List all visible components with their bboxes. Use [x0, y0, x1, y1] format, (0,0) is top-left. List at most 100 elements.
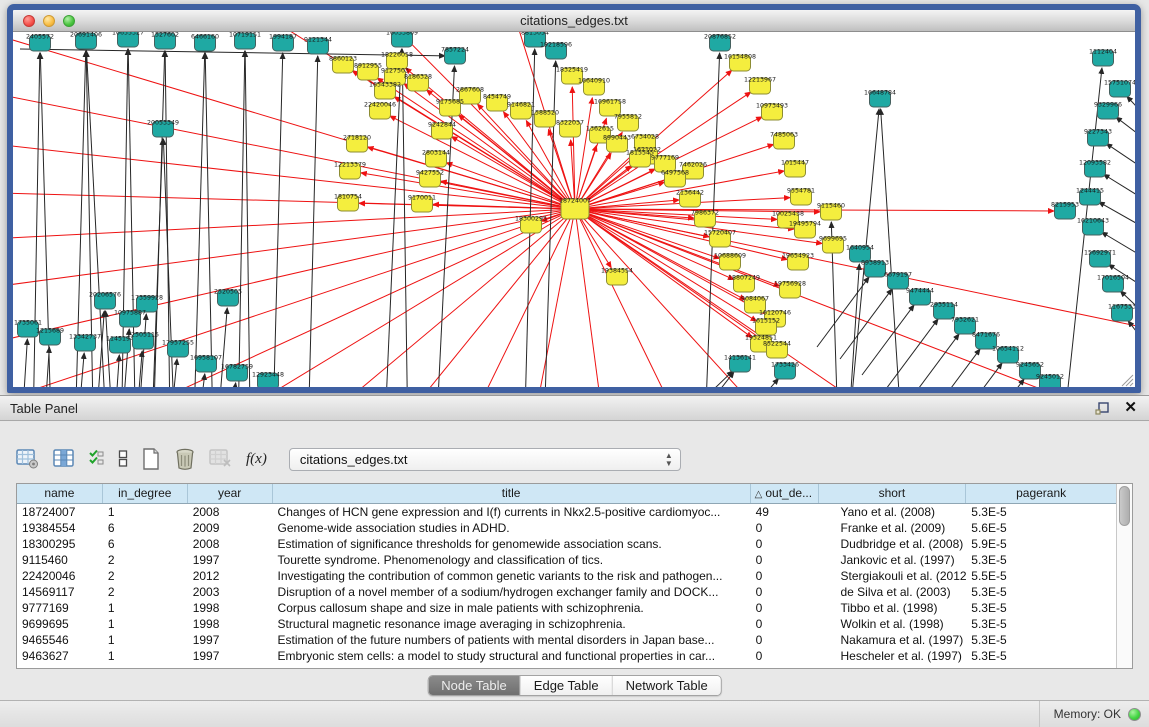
network-canvas[interactable]: 1872400788601238912955182260589127503818… — [13, 32, 1135, 387]
graph-edge — [575, 98, 592, 209]
table-row[interactable]: 911546021997Tourette syndrome. Phenomeno… — [17, 552, 1116, 568]
graph-node-label: 16033809 — [386, 32, 418, 37]
table-cell: Estimation of significance thresholds fo… — [273, 536, 751, 552]
graph-node-label: 9329966 — [1094, 102, 1122, 109]
graph-node-label: 20053349 — [147, 120, 179, 127]
table-cell: 1997 — [188, 632, 273, 648]
table-cell: 0 — [751, 520, 819, 536]
column-header-in-degree[interactable]: in_degree — [103, 484, 188, 503]
graph-node-label: 9427552 — [416, 170, 444, 177]
table-cell: 0 — [751, 536, 819, 552]
table-row[interactable]: 969969511998Structural magnetic resonanc… — [17, 616, 1116, 632]
table-row[interactable]: 2242004622012Investigating the contribut… — [17, 568, 1116, 584]
graph-edge — [459, 115, 575, 209]
table-settings-button[interactable] — [16, 448, 40, 470]
graph-node-label: 9227343 — [1084, 129, 1112, 136]
table-cell: 2012 — [188, 568, 273, 584]
tab-node-table[interactable]: Node Table — [428, 676, 520, 695]
table-row[interactable]: 1938455462009Genome-wide association stu… — [17, 520, 1116, 536]
network-canvas-svg: 1872400788601238912955182260589127503818… — [13, 32, 1135, 387]
close-panel-icon[interactable]: ✕ — [1124, 400, 1137, 416]
table-row[interactable]: 946554611997Estimation of the future num… — [17, 632, 1116, 648]
table-row[interactable]: 1456911722003Disruption of a novel membe… — [17, 584, 1116, 600]
graph-node-label: 10025438 — [772, 211, 804, 218]
table-row[interactable]: 946362711997Embryonic stem cells: a mode… — [17, 648, 1116, 664]
graph-node-label: 17016504 — [1097, 275, 1129, 282]
network-window-titlebar[interactable]: citations_edges.txt — [13, 10, 1135, 32]
graph-node-label: 7986372 — [691, 210, 719, 217]
table-toolbar: f(x) citations_edges.txt ▲▼ — [16, 444, 681, 474]
new-document-button[interactable] — [141, 447, 161, 471]
graph-node-label: 22420046 — [364, 102, 396, 109]
column-header-short[interactable]: short — [819, 484, 967, 503]
graph-edge — [688, 372, 734, 387]
graph-node-label: 9245012 — [1036, 374, 1064, 381]
function-builder-button[interactable]: f(x) — [246, 451, 267, 468]
scrollbar-thumb[interactable] — [1119, 486, 1130, 526]
table-cell: 2008 — [188, 536, 273, 552]
memory-ok-indicator-icon[interactable] — [1128, 708, 1141, 721]
table-row[interactable]: 1830029562008Estimation of significance … — [17, 536, 1116, 552]
graph-node-label: 6679197 — [884, 272, 912, 279]
row-height-button[interactable] — [118, 448, 128, 470]
graph-node-label: 2520505 — [214, 289, 242, 296]
graph-edge — [660, 371, 733, 387]
select-columns-button[interactable] — [88, 448, 105, 470]
delete-rows-button[interactable] — [174, 447, 196, 471]
graph-node-label: 18807249 — [728, 275, 760, 282]
table-cell: 6 — [103, 520, 188, 536]
table-cell: 2 — [103, 552, 188, 568]
tab-network-table[interactable]: Network Table — [612, 676, 721, 695]
table-cell: 2009 — [188, 520, 273, 536]
graph-node-label: 16210643 — [1077, 218, 1109, 225]
zoom-window-button[interactable] — [63, 15, 75, 27]
table-select-value: citations_edges.txt — [290, 452, 408, 467]
table-cell: 5.3E-5 — [966, 504, 1116, 520]
graph-node-label: 1015447 — [781, 160, 809, 167]
float-panel-icon[interactable] — [1095, 401, 1110, 416]
table-cell: 0 — [751, 600, 819, 616]
table-row[interactable]: 1872400712008Changes of HCN gene express… — [17, 504, 1116, 520]
table-select-dropdown[interactable]: citations_edges.txt ▲▼ — [289, 448, 681, 471]
memory-status: Memory: OK — [1039, 701, 1141, 727]
graph-node-label: 8454749 — [483, 94, 511, 101]
graph-node-label: 16782759 — [221, 364, 253, 371]
column-header-name[interactable]: name — [17, 484, 103, 503]
table-vertical-scrollbar[interactable] — [1116, 484, 1132, 668]
graph-node-label: 8912955 — [354, 63, 382, 70]
minimize-window-button[interactable] — [43, 15, 55, 27]
graph-node-label: 6466160 — [191, 34, 219, 41]
graph-node-label: 15692971 — [1084, 250, 1116, 257]
table-cell: 2003 — [188, 584, 273, 600]
column-header-title[interactable]: title — [273, 484, 751, 503]
close-window-button[interactable] — [23, 15, 35, 27]
graph-edge — [305, 56, 318, 387]
table-row[interactable]: 977716911998Corpus callosum shape and si… — [17, 600, 1116, 616]
graph-node-label: 8215953 — [1051, 202, 1079, 209]
graph-node-label: 10975887 — [114, 310, 146, 317]
window-title: citations_edges.txt — [13, 10, 1135, 31]
graph-edge — [862, 305, 914, 375]
table-cell: Wolkin et al. (1998) — [819, 616, 967, 632]
table-cell: 6 — [103, 536, 188, 552]
column-header-year[interactable]: year — [188, 484, 273, 503]
window-resize-grip[interactable] — [1122, 375, 1133, 386]
table-cell: 22420046 — [17, 568, 103, 584]
table-cell: 9699695 — [17, 616, 103, 632]
table-cell: Nakamura et al. (1997) — [819, 632, 967, 648]
table-cell: 0 — [751, 552, 819, 568]
table-column-button[interactable] — [53, 448, 75, 470]
graph-edge — [224, 383, 236, 387]
graph-node-label: 16648784 — [864, 90, 896, 97]
column-header-out-degree[interactable]: △out_de... — [751, 484, 819, 503]
graph-node-label: 7932621 — [951, 317, 979, 324]
graph-node-label: 19654923 — [782, 253, 814, 260]
graph-node-label: 10655327 — [112, 32, 144, 37]
tab-edge-table[interactable]: Edge Table — [520, 676, 612, 695]
table-cell: Embryonic stem cells: a model to study s… — [273, 648, 751, 664]
table-cell: Disruption of a novel member of a sodium… — [273, 584, 751, 600]
table-cell: 1998 — [188, 616, 273, 632]
column-header-pagerank[interactable]: pagerank — [966, 484, 1116, 503]
graph-node-label: 1815545 — [626, 150, 654, 157]
table-cell: 49 — [751, 504, 819, 520]
